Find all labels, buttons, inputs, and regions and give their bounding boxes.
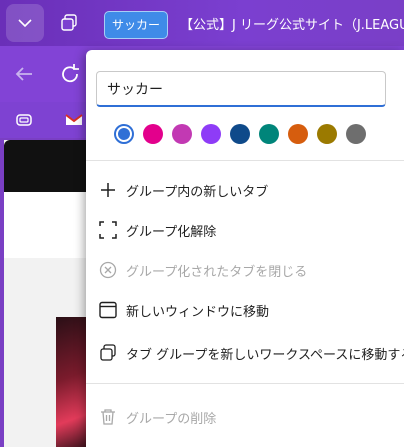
selected-dot: [118, 128, 130, 140]
back-arrow-icon[interactable]: [12, 62, 36, 86]
close-circle-icon: [98, 260, 118, 280]
site-tab[interactable]: 【公式】J リーグ公式サイト（J.LEAGUE.jp）: [176, 8, 404, 38]
move-to-new-window-item[interactable]: 新しいウィンドウに移動: [86, 292, 404, 328]
color-swatch[interactable]: [172, 124, 192, 144]
site-tab-title: 【公式】J リーグ公式サイト（J.LEAGUE.jp）: [180, 17, 404, 33]
color-swatch[interactable]: [259, 124, 279, 144]
workspaces-icon: [98, 343, 118, 363]
refresh-icon[interactable]: [58, 62, 82, 86]
gmail-icon[interactable]: [64, 110, 84, 130]
color-swatch-selected[interactable]: [114, 124, 134, 144]
divider: [86, 160, 404, 161]
color-swatch[interactable]: [143, 124, 163, 144]
menu-item-label: 新しいウィンドウに移動: [126, 304, 270, 320]
plus-icon: [98, 180, 118, 200]
color-swatch[interactable]: [346, 124, 366, 144]
menu-item-label: グループ化されたタブを閉じる: [126, 264, 308, 280]
tab-group-chip[interactable]: サッカー: [104, 11, 169, 39]
window-icon: [98, 300, 118, 320]
tab-group-menu: グループ内の新しいタブ グループ化解除 グループ化されたタブを閉じる 新しいウィ…: [86, 50, 404, 447]
divider: [86, 383, 404, 384]
workspaces-button[interactable]: [54, 8, 84, 38]
color-swatch[interactable]: [201, 124, 221, 144]
move-to-new-workspace-item[interactable]: タブ グループを新しいワークスペースに移動する: [86, 335, 404, 371]
tab-actions-button[interactable]: [6, 4, 44, 42]
menu-item-label: グループの削除: [126, 411, 217, 427]
collections-icon[interactable]: [14, 110, 34, 130]
color-swatch[interactable]: [230, 124, 250, 144]
trash-icon: [98, 407, 118, 427]
color-swatch[interactable]: [288, 124, 308, 144]
close-grouped-tabs-item[interactable]: グループ化されたタブを閉じる: [86, 252, 404, 288]
menu-item-label: グループ内の新しいタブ: [126, 184, 269, 200]
menu-item-label: グループ化解除: [126, 224, 217, 240]
color-swatch[interactable]: [317, 124, 337, 144]
group-name-input[interactable]: [96, 71, 386, 107]
ungroup-item[interactable]: グループ化解除: [86, 212, 404, 248]
chevron-down-icon: [18, 19, 32, 28]
tab-strip: サッカー 【公式】J リーグ公式サイト（J.LEAGUE.jp）: [0, 0, 404, 46]
new-tab-in-group-item[interactable]: グループ内の新しいタブ: [86, 172, 404, 208]
menu-item-label: タブ グループを新しいワークスペースに移動する: [126, 347, 404, 363]
workspaces-icon: [61, 14, 77, 31]
delete-group-item[interactable]: グループの削除: [86, 399, 404, 435]
color-picker: [114, 124, 366, 144]
ungroup-icon: [98, 220, 118, 240]
